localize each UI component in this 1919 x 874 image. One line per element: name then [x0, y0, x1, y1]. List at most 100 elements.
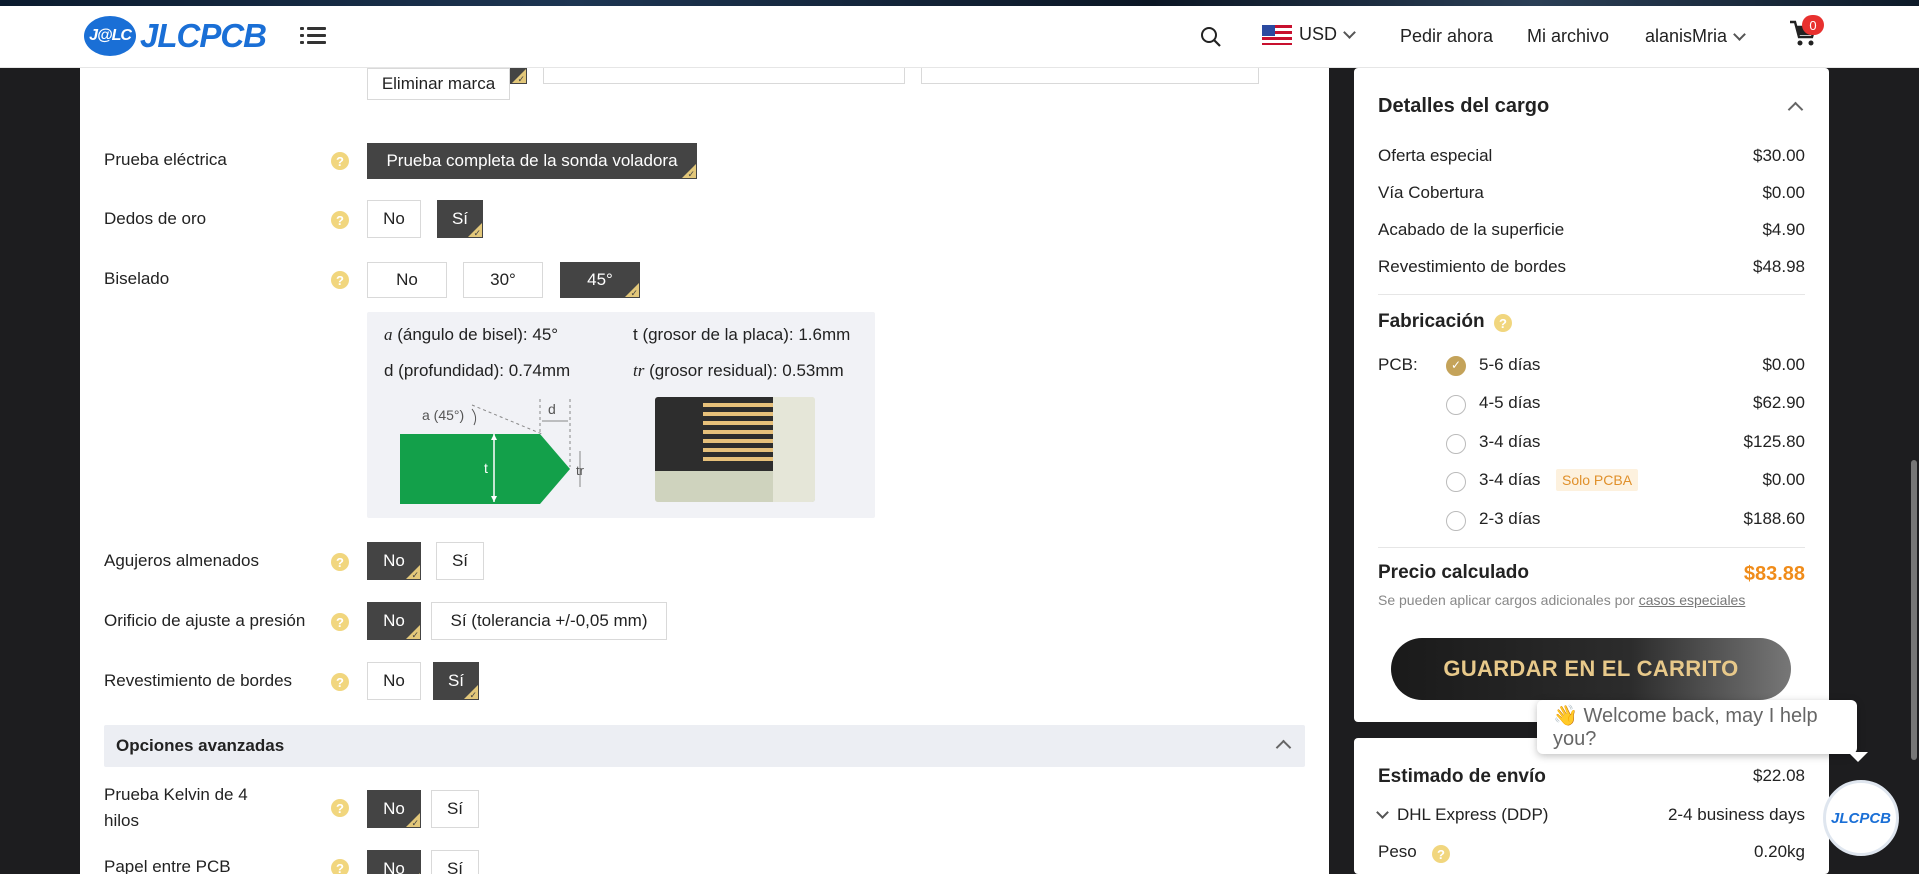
svg-text:t: t [484, 460, 488, 476]
weight-value: 0.20kg [1753, 842, 1805, 861]
pcb-label: PCB: [1378, 355, 1418, 374]
help-icon[interactable]: ? [331, 799, 349, 817]
help-icon[interactable]: ? [1432, 845, 1450, 863]
build-time-radio[interactable] [1446, 472, 1466, 492]
username: alanisMria [1645, 26, 1728, 46]
chat-welcome-bubble[interactable]: 👋 Welcome back, may I help you? [1537, 700, 1857, 754]
svg-text:d: d [548, 401, 556, 417]
svg-text:tr: tr [576, 463, 585, 478]
paper-yes[interactable]: Sí [431, 850, 479, 874]
bevel-angle-text: a (ángulo de bisel): 45° [384, 325, 559, 344]
chat-launcher-button[interactable]: JLCPCB [1823, 780, 1899, 856]
svg-text:a (45°): a (45°) [422, 407, 464, 423]
gold-fingers-no[interactable]: No [367, 200, 421, 238]
advanced-options-label: Opciones avanzadas [116, 736, 285, 755]
castellated-no[interactable]: No [367, 542, 421, 581]
chevron-up-icon[interactable] [1787, 101, 1804, 118]
chevron-down-icon [1733, 28, 1746, 41]
shipping-panel: Estimado de envío $22.08 DHL Express (DD… [1354, 738, 1829, 874]
bevel-residual-text: tr (grosor residual): 0.53mm [633, 361, 844, 380]
chat-bubble-tail [1848, 752, 1868, 762]
calculated-price-value: $83.88 [1743, 563, 1805, 585]
charge-row: Revestimiento de bordes $48.98 [1378, 257, 1805, 276]
search-icon[interactable] [1200, 26, 1222, 48]
special-cases-link[interactable]: casos especiales [1639, 592, 1746, 608]
build-option[interactable]: 3-4 días $0.00 [1479, 470, 1805, 490]
cart-count-badge: 0 [1802, 15, 1824, 35]
bevel-info-box: a (ángulo de bisel): 45° t (grosor de la… [367, 312, 875, 518]
bevel-30[interactable]: 30° [463, 262, 543, 298]
help-icon[interactable]: ? [331, 673, 349, 691]
chevron-up-icon [1275, 739, 1292, 756]
pcba-only-badge: Solo PCBA [1556, 469, 1639, 491]
bevel-depth-text: d (profundidad): 0.74mm [384, 361, 571, 380]
fabrication-title: Fabricación [1378, 311, 1485, 332]
currency-selector[interactable]: USD [1262, 24, 1356, 45]
pcb-options-panel: Eliminar marca Prueba eléctrica ? Prueba… [80, 54, 1329, 874]
charge-row: Acabado de la superficie $4.90 [1378, 220, 1805, 239]
currency-label: USD [1299, 24, 1338, 44]
chevron-down-icon [1343, 26, 1356, 39]
build-option[interactable]: 5-6 días $0.00 [1479, 355, 1805, 375]
build-time-radio[interactable] [1446, 511, 1466, 531]
castellated-label: Agujeros almenados [104, 551, 259, 570]
edge-plating-no[interactable]: No [367, 662, 421, 700]
gold-fingers-label: Dedos de oro [104, 209, 207, 228]
order-now-link[interactable]: Pedir ahora [1400, 26, 1493, 47]
chevron-down-icon [1376, 806, 1389, 819]
shipping-title: Estimado de envío [1378, 766, 1546, 787]
electrical-test-option[interactable]: Prueba completa de la sonda voladora [367, 143, 697, 180]
menu-icon[interactable] [300, 24, 326, 48]
build-option[interactable]: 4-5 días $62.90 [1479, 393, 1805, 413]
build-time-radio[interactable] [1446, 356, 1466, 376]
build-time-radio[interactable] [1446, 434, 1466, 454]
bevel-45[interactable]: 45° [560, 262, 640, 299]
shipping-method-toggle[interactable]: DHL Express (DDP) [1376, 805, 1549, 825]
us-flag-icon [1262, 24, 1292, 45]
press-fit-label: Orificio de ajuste a presión [104, 611, 306, 630]
weight-label: Peso [1378, 842, 1417, 861]
build-option[interactable]: 3-4 días $125.80 [1479, 432, 1805, 452]
bevel-no[interactable]: No [367, 262, 447, 298]
remove-mark-button[interactable]: Eliminar marca [367, 68, 510, 100]
jlcpcb-logo[interactable]: J@LC JLCPCB [84, 16, 267, 56]
shipping-price: $22.08 [1753, 766, 1805, 785]
gold-finger-photo [655, 397, 815, 502]
divider [1378, 547, 1805, 548]
gold-fingers-yes[interactable]: Sí [437, 200, 483, 239]
build-option[interactable]: 2-3 días $188.60 [1479, 509, 1805, 529]
top-nav: J@LC JLCPCB USD Pedir ahora Mi archivo a… [0, 6, 1919, 68]
logo-mark: J@LC [84, 16, 136, 56]
bevel-thickness-text: t (grosor de la placa): 1.6mm [633, 325, 851, 344]
help-icon[interactable]: ? [331, 271, 349, 289]
my-files-link[interactable]: Mi archivo [1527, 26, 1609, 47]
press-fit-no[interactable]: No [367, 602, 421, 641]
castellated-yes[interactable]: Sí [436, 542, 484, 580]
paper-no[interactable]: No [367, 850, 421, 874]
bevel-diagram: t d a (45°) tr [400, 399, 585, 504]
charge-row: Vía Cobertura $0.00 [1378, 183, 1805, 202]
build-time-radio[interactable] [1446, 395, 1466, 415]
extra-charges-note: Se pueden aplicar cargos adicionales por… [1378, 592, 1746, 608]
user-menu[interactable]: alanisMria [1645, 26, 1746, 47]
help-icon[interactable]: ? [331, 613, 349, 631]
kelvin-no[interactable]: No [367, 790, 421, 829]
scrollbar-thumb[interactable] [1911, 460, 1917, 760]
help-icon[interactable]: ? [1494, 314, 1512, 332]
help-icon[interactable]: ? [331, 152, 349, 170]
save-to-cart-button[interactable]: GUARDAR EN EL CARRITO [1391, 638, 1791, 700]
help-icon[interactable]: ? [331, 859, 349, 874]
charge-row: Oferta especial $30.00 [1378, 146, 1805, 165]
bevel-label: Biselado [104, 269, 170, 288]
edge-plating-yes[interactable]: Sí [433, 662, 479, 701]
kelvin-test-label: Prueba Kelvin de 4 hilos [104, 785, 248, 830]
shipping-method: DHL Express (DDP) [1397, 805, 1549, 824]
help-icon[interactable]: ? [331, 553, 349, 571]
advanced-options-toggle[interactable]: Opciones avanzadas [104, 725, 1305, 767]
help-icon[interactable]: ? [331, 211, 349, 229]
edge-plating-label: Revestimiento de bordes [104, 671, 293, 690]
kelvin-yes[interactable]: Sí [431, 790, 479, 828]
charge-details-panel: Detalles del cargo Oferta especial $30.00… [1354, 68, 1829, 722]
divider [1378, 294, 1805, 295]
press-fit-yes[interactable]: Sí (tolerancia +/-0,05 mm) [431, 602, 667, 640]
